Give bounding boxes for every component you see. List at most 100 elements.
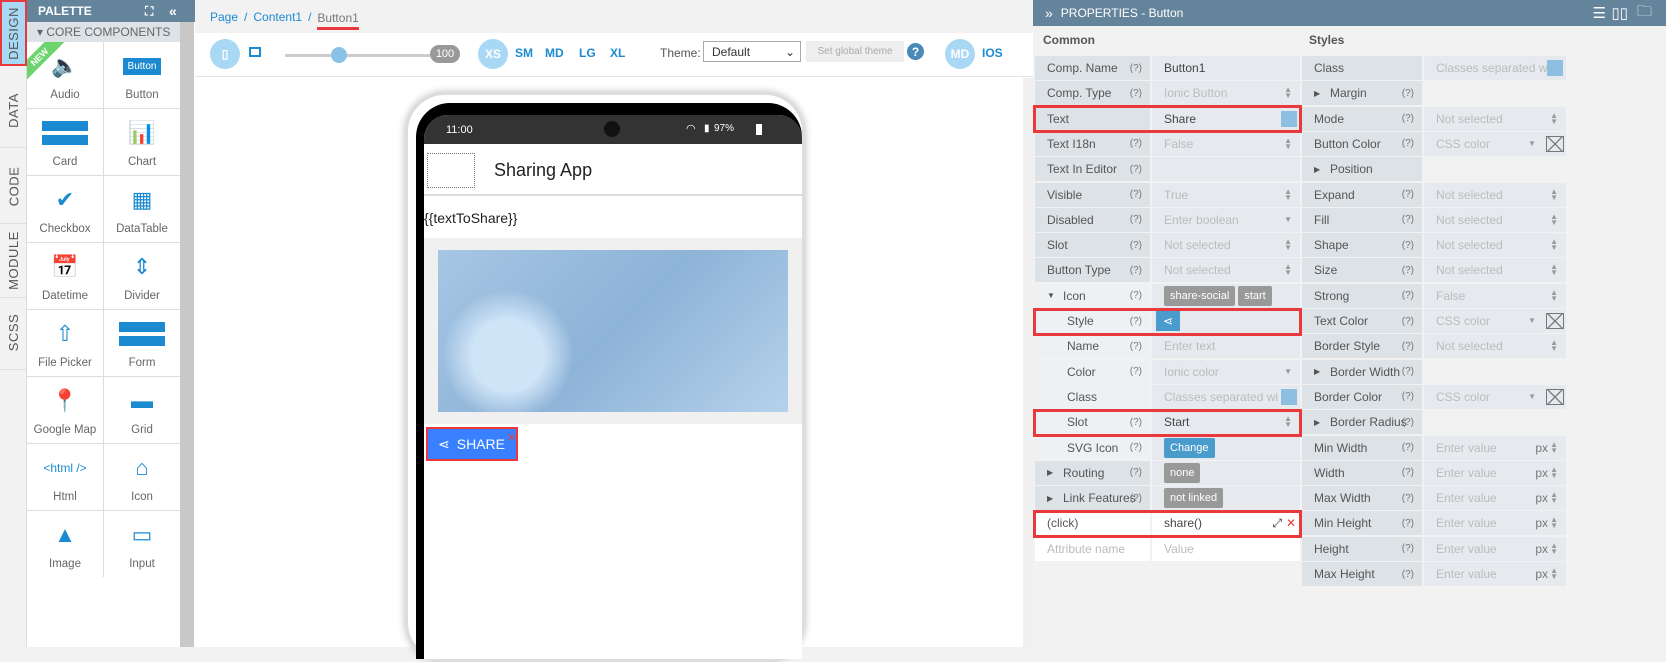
fullscreen-icon[interactable]: ⛶ — [145, 4, 153, 19]
property-value[interactable]: Change — [1152, 435, 1300, 460]
help-icon[interactable]: (?) — [1130, 88, 1142, 99]
spinner-icon[interactable]: ▲ ▼ — [1550, 516, 1558, 530]
expand-panel-icon[interactable]: » — [1045, 5, 1053, 21]
property-value[interactable]: Not selected ▲ ▼ — [1424, 182, 1566, 207]
chip-none[interactable]: none — [1164, 462, 1201, 483]
spinner-icon[interactable]: ▲ ▼ — [1550, 288, 1558, 302]
help-icon[interactable]: (?) — [1402, 88, 1414, 99]
spinner-icon[interactable]: ▲ ▼ — [1284, 86, 1292, 100]
property-value[interactable]: Not selected ▲ ▼ — [1424, 106, 1566, 131]
help-icon[interactable]: (?) — [1402, 493, 1414, 504]
help-icon[interactable]: (?) — [1402, 113, 1414, 124]
palette-item-card[interactable]: Card — [27, 109, 103, 175]
expand-editor-icon[interactable] — [1281, 388, 1297, 405]
caret-right-icon[interactable]: ▶ — [1047, 468, 1053, 477]
help-icon[interactable]: (?) — [1402, 518, 1414, 529]
breadcrumb-content[interactable]: Content1 — [253, 10, 302, 24]
property-value[interactable]: Not selected ▲ ▼ — [1424, 258, 1566, 283]
help-icon[interactable]: (?) — [1130, 417, 1142, 428]
help-icon[interactable]: (?) — [1130, 63, 1142, 74]
side-tab-scss[interactable]: SCSS — [0, 296, 27, 370]
palette-item-audio[interactable]: 🔈 Audio NEW — [27, 42, 103, 108]
caret-right-icon[interactable]: ▶ — [1314, 367, 1320, 376]
side-tab-code[interactable]: CODE — [0, 150, 27, 224]
spinner-icon[interactable]: ▲ ▼ — [1550, 263, 1558, 277]
property-value[interactable]: Enter value px ▲ ▼ — [1424, 562, 1566, 586]
palette-item-chart[interactable]: 📊 Chart — [104, 109, 180, 175]
property-value[interactable]: Start ▲ ▼ — [1152, 410, 1300, 435]
property-value[interactable]: Enter boolean ▼ — [1152, 207, 1300, 232]
help-icon[interactable]: (?) — [1130, 138, 1142, 149]
chip-not-linked[interactable]: not linked — [1164, 488, 1224, 509]
help-icon[interactable]: (?) — [1130, 290, 1142, 301]
help-icon[interactable]: (?) — [1402, 467, 1414, 478]
remove-icon[interactable]: ✕ — [1286, 516, 1296, 530]
spinner-icon[interactable]: ▲ ▼ — [1284, 136, 1292, 150]
theme-select[interactable]: Default ⌄ — [703, 41, 801, 62]
help-icon[interactable]: (?) — [1402, 442, 1414, 453]
property-value[interactable]: True ▲ ▼ — [1152, 182, 1300, 207]
palette-item-image[interactable]: ▲ Image — [27, 511, 103, 577]
property-value[interactable]: CSS color ▼ — [1424, 384, 1566, 409]
core-components-section[interactable]: ▾ CORE COMPONENTS — [27, 22, 180, 42]
palette-item-button[interactable]: Button Button — [104, 42, 180, 108]
property-value[interactable]: Ionic color ▼ — [1152, 359, 1300, 384]
expand-editor-icon[interactable] — [1547, 60, 1563, 76]
breakpoint-lg[interactable]: LG — [579, 46, 596, 60]
zoom-slider[interactable] — [285, 54, 430, 57]
dropdown-icon[interactable]: ▼ — [1284, 215, 1292, 223]
dropdown-icon[interactable]: ▼ — [1284, 367, 1292, 375]
breakpoint-sm[interactable]: SM — [515, 46, 533, 60]
phone-view-icon[interactable]: ▯ — [210, 39, 240, 69]
property-value[interactable]: Not selected ▲ ▼ — [1152, 233, 1300, 258]
palette-item-grid[interactable]: ▬ Grid — [104, 377, 180, 443]
help-icon[interactable]: (?) — [1130, 467, 1142, 478]
zoom-slider-handle[interactable] — [331, 47, 347, 63]
property-value[interactable]: CSS color ▼ — [1424, 131, 1566, 156]
spinner-icon[interactable]: ▲ ▼ — [1550, 567, 1558, 581]
help-icon[interactable]: (?) — [1402, 316, 1414, 327]
help-icon[interactable]: (?) — [1402, 341, 1414, 352]
help-icon[interactable]: (?) — [1130, 366, 1142, 377]
breadcrumb-page[interactable]: Page — [210, 10, 238, 24]
help-icon[interactable]: (?) — [1130, 240, 1142, 251]
help-icon[interactable]: (?) — [1402, 265, 1414, 276]
caret-right-icon[interactable]: ▶ — [1314, 89, 1320, 98]
palette-item-datatable[interactable]: ▦ DataTable — [104, 176, 180, 242]
help-icon[interactable]: (?) — [1402, 417, 1414, 428]
side-tab-data[interactable]: DATA — [0, 74, 27, 148]
help-icon[interactable]: (?) — [1402, 138, 1414, 149]
spinner-icon[interactable]: ▲ ▼ — [1550, 541, 1558, 555]
help-icon[interactable]: (?) — [1402, 214, 1414, 225]
spinner-icon[interactable]: ▲ ▼ — [1284, 187, 1292, 201]
columns-layout-icon[interactable]: ▯▯ — [1611, 4, 1628, 22]
property-value[interactable]: Not selected ▲ ▼ — [1152, 258, 1300, 283]
property-value[interactable]: Ionic Button ▲ ▼ — [1152, 81, 1300, 106]
property-value[interactable]: share() ⤢ ✕ — [1152, 511, 1300, 536]
property-value[interactable]: none — [1152, 460, 1300, 485]
help-icon[interactable]: ? — [907, 43, 924, 60]
help-icon[interactable]: (?) — [1130, 265, 1142, 276]
side-tab-design[interactable]: DESIGN — [0, 0, 27, 66]
color-swatch-none-icon[interactable] — [1546, 135, 1564, 152]
palette-item-icon[interactable]: ⌂ Icon — [104, 444, 180, 510]
help-icon[interactable]: (?) — [1402, 366, 1414, 377]
property-value[interactable]: Share — [1152, 106, 1300, 131]
color-swatch-none-icon[interactable] — [1546, 388, 1564, 405]
spinner-icon[interactable]: ▲ ▼ — [1550, 212, 1558, 226]
text-to-share[interactable]: {{textToShare}} — [424, 196, 802, 226]
spinner-icon[interactable]: ▲ ▼ — [1550, 465, 1558, 479]
spinner-icon[interactable]: ▲ ▼ — [1284, 263, 1292, 277]
dropdown-icon[interactable]: ▼ — [1528, 139, 1536, 147]
property-value[interactable]: Classes separated wi — [1152, 384, 1300, 409]
palette-item-google-map[interactable]: 📍 Google Map — [27, 377, 103, 443]
color-swatch-none-icon[interactable] — [1546, 313, 1564, 329]
breakpoint-xl[interactable]: XL — [610, 46, 625, 60]
property-value[interactable]: Value — [1152, 536, 1300, 561]
folder-icon[interactable]: 🗀 — [1637, 1, 1652, 26]
help-icon[interactable]: (?) — [1130, 442, 1142, 453]
property-value[interactable]: Enter text — [1152, 334, 1300, 359]
spinner-icon[interactable]: ▲ ▼ — [1550, 339, 1558, 353]
property-value[interactable]: False ▲ ▼ — [1152, 131, 1300, 156]
palette-item-html[interactable]: <html /> Html — [27, 444, 103, 510]
